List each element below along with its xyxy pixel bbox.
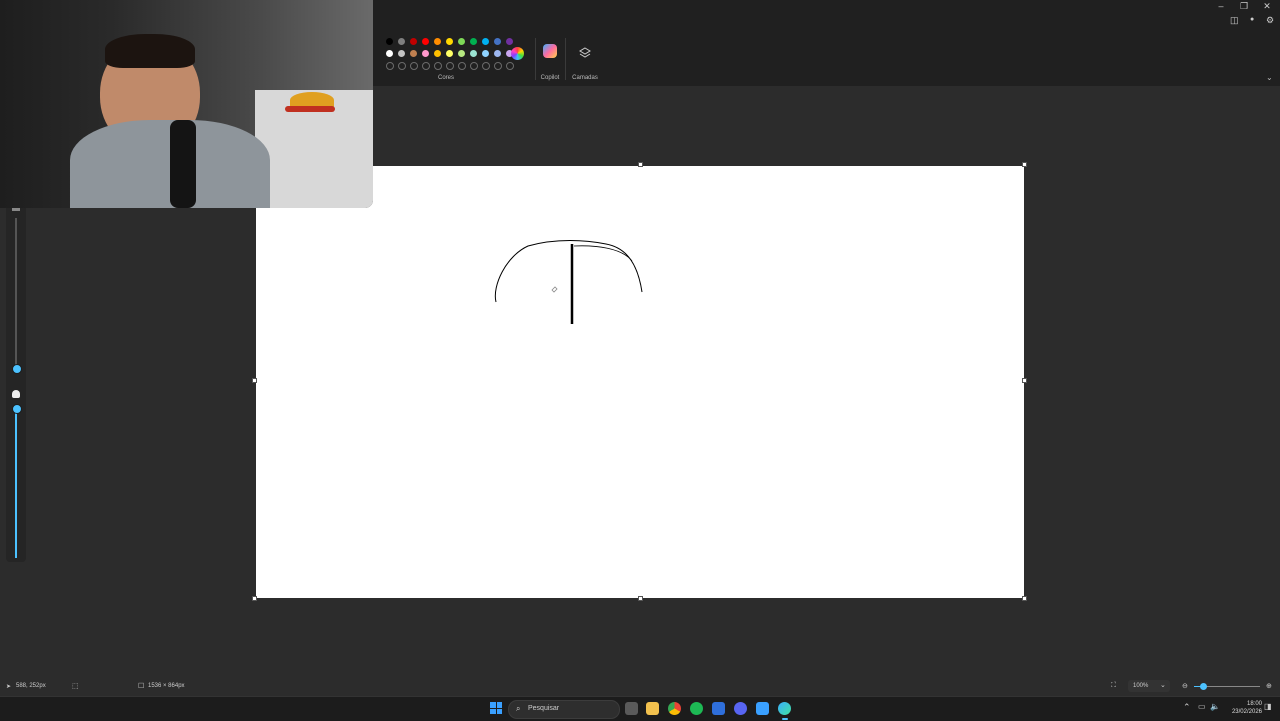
- color-swatch[interactable]: [422, 38, 429, 45]
- share-icon[interactable]: ◫: [1230, 15, 1239, 26]
- color-swatch[interactable]: [470, 50, 477, 57]
- color-swatch[interactable]: [398, 38, 405, 45]
- divider: [535, 38, 536, 80]
- notepad-icon[interactable]: [756, 702, 769, 715]
- color-swatch[interactable]: [410, 50, 417, 57]
- brush-size-slider[interactable]: [15, 218, 17, 368]
- drawing-canvas[interactable]: [256, 166, 1024, 598]
- opacity-icon: [12, 390, 20, 398]
- layers-label: Camadas: [572, 75, 598, 81]
- brush-size-knob[interactable]: [12, 364, 22, 374]
- custom-color-slot[interactable]: [386, 62, 394, 70]
- zoom-level: 100%: [1133, 683, 1149, 689]
- colors-group-label: Cores: [437, 75, 454, 81]
- start-button[interactable]: [490, 702, 502, 714]
- color-swatch[interactable]: [386, 50, 393, 57]
- resize-handle-top[interactable]: [638, 162, 643, 167]
- maximize-button[interactable]: ❐: [1233, 0, 1255, 12]
- custom-color-slot[interactable]: [458, 62, 466, 70]
- minimize-button[interactable]: –: [1210, 0, 1232, 12]
- cursor-icon: ➤: [6, 684, 12, 690]
- clock-date: 23/02/2026: [1231, 709, 1262, 715]
- custom-color-slot[interactable]: [494, 62, 502, 70]
- color-swatch[interactable]: [494, 50, 501, 57]
- search-input[interactable]: ⌕ Pesquisar: [508, 700, 620, 719]
- color-swatch[interactable]: [506, 38, 513, 45]
- zoom-out-icon[interactable]: ⊖: [1182, 682, 1188, 690]
- color-swatch[interactable]: [446, 38, 453, 45]
- webcam-overlay: [0, 0, 373, 208]
- status-bar: ➤ 588, 252px ⬚ ☐ 1536 × 864px ⛶ 100% ⌄ ⊖…: [0, 678, 1280, 696]
- custom-color-slot[interactable]: [398, 62, 406, 70]
- resize-handle-top-right[interactable]: [1022, 162, 1027, 167]
- color-swatch[interactable]: [434, 38, 441, 45]
- fit-to-window-icon[interactable]: ⛶: [1111, 682, 1116, 690]
- color-swatch[interactable]: [458, 38, 465, 45]
- color-swatch[interactable]: [470, 38, 477, 45]
- taskbar: ⌕ Pesquisar ⌃ ▭ 🔈 18:00 23/02/2026 ◨: [0, 696, 1280, 721]
- resize-handle-bottom-left[interactable]: [252, 596, 257, 601]
- copilot-label: Copilot: [540, 75, 560, 81]
- custom-color-slot[interactable]: [446, 62, 454, 70]
- canvas-size: 1536 × 864px: [148, 683, 185, 689]
- resize-handle-bottom[interactable]: [638, 596, 643, 601]
- custom-color-slot[interactable]: [422, 62, 430, 70]
- task-view-icon[interactable]: [625, 702, 638, 715]
- close-button[interactable]: ✕: [1256, 0, 1278, 12]
- color-swatch[interactable]: [434, 50, 441, 57]
- color-swatch[interactable]: [446, 50, 453, 57]
- canvas-size-icon: ☐: [138, 683, 145, 690]
- color-swatch[interactable]: [458, 50, 465, 57]
- brush-settings-panel: [6, 200, 26, 562]
- volume-icon[interactable]: 🔈: [1210, 702, 1220, 711]
- zoom-slider-knob[interactable]: [1200, 683, 1207, 690]
- discord-icon[interactable]: [734, 702, 747, 715]
- search-placeholder: Pesquisar: [528, 705, 560, 712]
- color-swatch[interactable]: [482, 38, 489, 45]
- color-swatch[interactable]: [386, 38, 393, 45]
- todo-icon[interactable]: [712, 702, 725, 715]
- layers-icon[interactable]: [579, 47, 591, 59]
- settings-icon[interactable]: ⚙: [1266, 15, 1274, 26]
- color-swatch[interactable]: [494, 38, 501, 45]
- profile-icon[interactable]: ●: [1250, 16, 1254, 23]
- brush-size-icon: [12, 208, 20, 211]
- copilot-icon[interactable]: [543, 44, 557, 58]
- color-picker-icon[interactable]: [511, 47, 524, 60]
- resize-handle-left[interactable]: [252, 378, 257, 383]
- chevron-down-icon[interactable]: ⌄: [1160, 681, 1166, 689]
- color-swatch[interactable]: [398, 50, 405, 57]
- divider: [565, 38, 566, 80]
- paint-icon[interactable]: [778, 702, 791, 715]
- color-swatch[interactable]: [482, 50, 489, 57]
- zoom-in-icon[interactable]: ⊕: [1266, 682, 1272, 690]
- color-swatch[interactable]: [422, 50, 429, 57]
- custom-color-slot[interactable]: [434, 62, 442, 70]
- resize-handle-bottom-right[interactable]: [1022, 596, 1027, 601]
- opacity-slider[interactable]: [15, 410, 17, 558]
- network-icon[interactable]: ▭: [1198, 702, 1206, 711]
- resize-handle-right[interactable]: [1022, 378, 1027, 383]
- selection-icon: ⬚: [72, 683, 79, 690]
- custom-color-slot[interactable]: [506, 62, 514, 70]
- system-clock[interactable]: 18:00 23/02/2026: [1226, 700, 1262, 716]
- custom-color-slot[interactable]: [470, 62, 478, 70]
- custom-color-slot[interactable]: [482, 62, 490, 70]
- opacity-knob[interactable]: [12, 404, 22, 414]
- search-icon: ⌕: [516, 704, 521, 713]
- chrome-icon[interactable]: [668, 702, 681, 715]
- chevron-up-icon[interactable]: ⌃: [1183, 702, 1191, 713]
- cursor-position: 588, 252px: [16, 683, 46, 689]
- color-swatch[interactable]: [410, 38, 417, 45]
- custom-color-slot[interactable]: [410, 62, 418, 70]
- spotify-icon[interactable]: [690, 702, 703, 715]
- clock-time: 18:00: [1246, 701, 1262, 707]
- canvas-drawing: [494, 240, 643, 324]
- file-explorer-icon[interactable]: [646, 702, 659, 715]
- notification-icon[interactable]: ◨: [1264, 702, 1272, 711]
- chevron-down-icon[interactable]: ⌄: [1266, 73, 1273, 82]
